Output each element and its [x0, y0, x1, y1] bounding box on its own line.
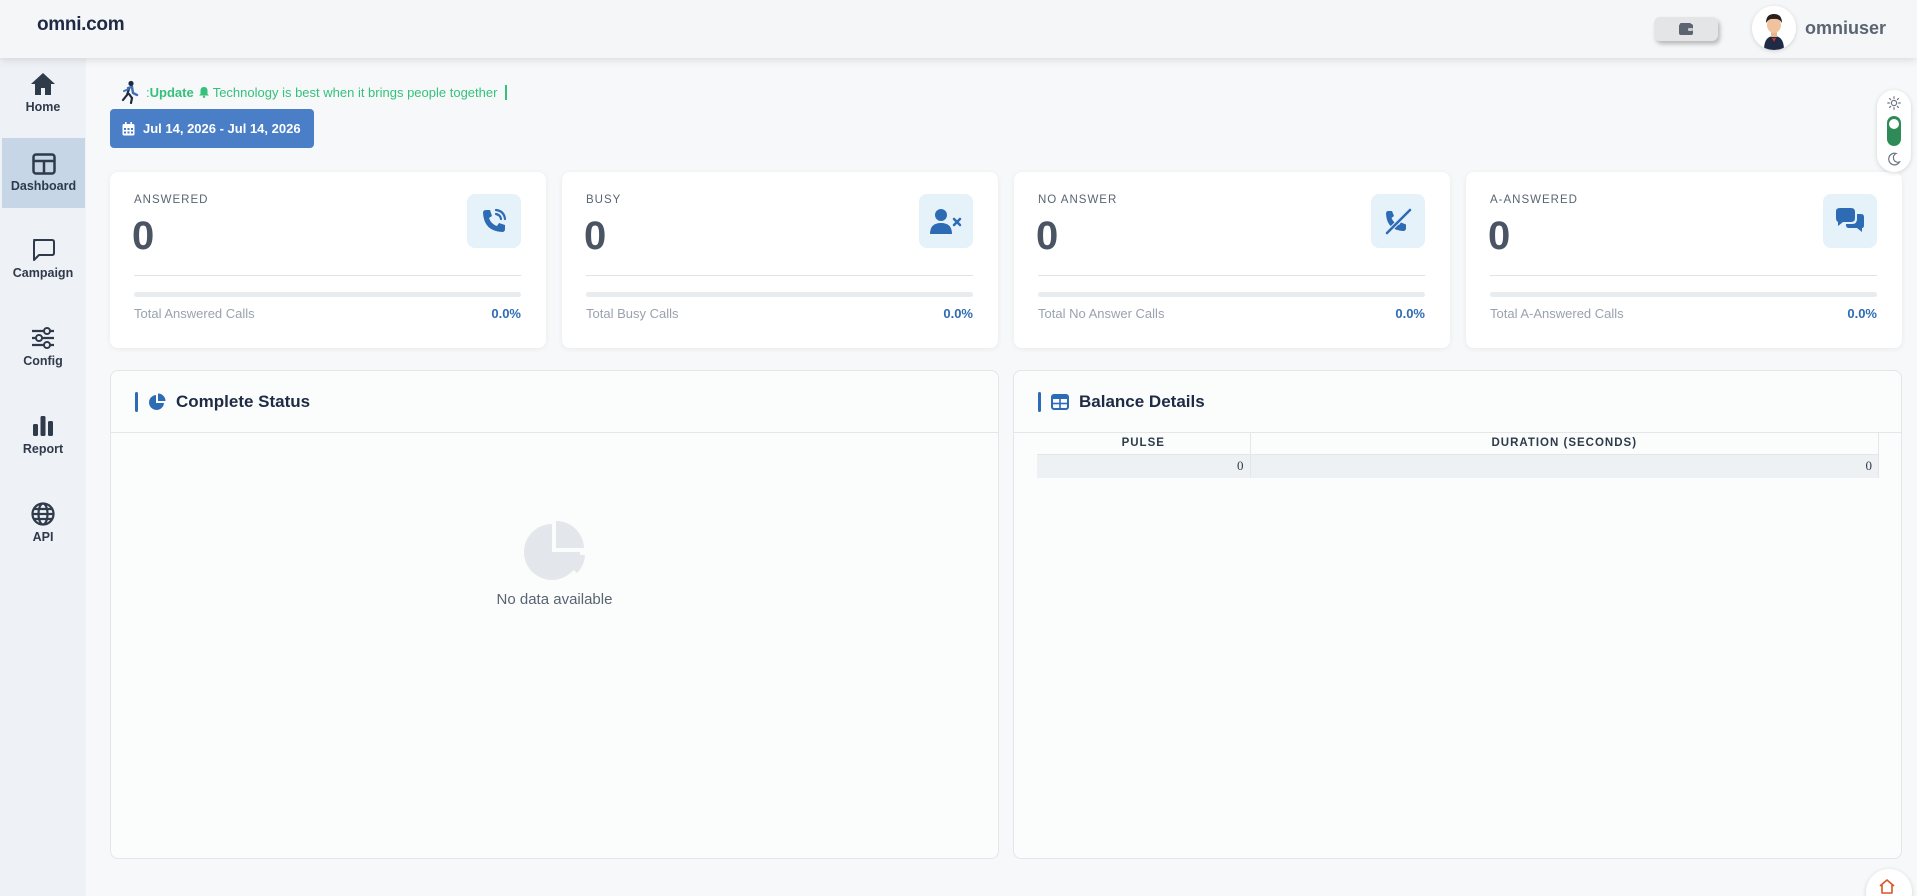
stat-icon-box	[1371, 194, 1425, 248]
update-ticker: : Update Technology is best when it brin…	[118, 80, 507, 104]
stat-value: 0	[1036, 214, 1059, 258]
panel-accent-bar	[135, 391, 138, 412]
home-icon	[31, 73, 55, 95]
pie-chart-empty-icon	[523, 521, 585, 580]
phone-slash-icon	[1385, 208, 1412, 235]
bell-icon	[198, 87, 209, 98]
sidebar-item-api[interactable]: API	[0, 488, 86, 558]
stat-title: ANSWERED	[134, 194, 209, 206]
sidebar-item-campaign[interactable]: Campaign	[0, 224, 86, 294]
stat-divider	[134, 275, 521, 276]
stat-progress-bar	[586, 292, 973, 297]
user-x-icon	[930, 209, 962, 234]
sidebar-item-config[interactable]: Config	[0, 312, 86, 382]
stat-title: BUSY	[586, 194, 622, 206]
stat-title: NO ANSWER	[1038, 194, 1118, 206]
panel-accent-bar	[1038, 391, 1041, 412]
stat-card-answered: ANSWERED 0 Total Answered Calls 0.0%	[110, 172, 546, 348]
toggle-switch[interactable]	[1887, 116, 1901, 146]
sidebar-item-label: Report	[22, 442, 64, 456]
username[interactable]: omniuser	[1805, 18, 1886, 39]
sidebar-item-label: Home	[25, 100, 61, 114]
stat-percent: 0.0%	[1847, 306, 1877, 321]
theme-toggle[interactable]	[1877, 90, 1911, 172]
panel-header: Complete Status	[111, 371, 998, 433]
empty-state-text: No data available	[496, 591, 613, 608]
date-range-label: Jul 14, 2026 - Jul 14, 2026	[143, 121, 301, 136]
balance-details-panel: Balance Details PULSE DURATION (SECONDS)…	[1013, 370, 1902, 859]
chat-bubbles-icon	[1836, 208, 1864, 232]
typing-caret	[505, 84, 507, 100]
date-range-button[interactable]: Jul 14, 2026 - Jul 14, 2026	[110, 109, 314, 148]
brand-logo[interactable]: omni.com	[37, 14, 125, 36]
runner-icon	[121, 80, 139, 104]
stat-progress-bar	[134, 292, 521, 297]
complete-status-panel: Complete Status No data available	[110, 370, 999, 859]
stat-divider	[1038, 275, 1425, 276]
sliders-icon	[32, 327, 54, 349]
column-header-duration[interactable]: DURATION (SECONDS)	[1250, 433, 1879, 455]
stat-progress-bar	[1490, 292, 1877, 297]
wallet-button[interactable]	[1654, 17, 1718, 41]
calendar-icon	[122, 121, 135, 135]
stat-percent: 0.0%	[491, 306, 521, 321]
empty-state: No data available	[111, 521, 998, 608]
panel-title: Balance Details	[1079, 391, 1205, 411]
stat-card-busy: BUSY 0 Total Busy Calls 0.0%	[562, 172, 998, 348]
stat-icon-box	[1823, 194, 1877, 248]
sidebar: Home Dashboard Campaign Config Report AP…	[0, 58, 86, 896]
globe-icon	[31, 502, 55, 526]
sidebar-item-label: Dashboard	[10, 179, 77, 193]
sidebar-item-report[interactable]: Report	[0, 400, 86, 470]
stat-value: 0	[132, 214, 155, 258]
column-header-pulse[interactable]: PULSE	[1037, 433, 1251, 455]
moon-icon	[1888, 152, 1901, 166]
sidebar-item-dashboard[interactable]: Dashboard	[2, 138, 85, 208]
balance-table: PULSE DURATION (SECONDS) 0 0	[1037, 433, 1879, 478]
sun-icon	[1887, 96, 1901, 110]
stat-percent: 0.0%	[943, 306, 973, 321]
chat-icon	[33, 239, 55, 261]
cell-pulse: 0	[1037, 454, 1251, 478]
stat-divider	[586, 275, 973, 276]
avatar[interactable]	[1752, 6, 1796, 50]
table-icon	[1051, 393, 1069, 410]
stat-footer: Total A-Answered Calls	[1490, 306, 1624, 321]
toggle-knob	[1889, 119, 1899, 129]
stat-card-no-answer: NO ANSWER 0 Total No Answer Calls 0.0%	[1014, 172, 1450, 348]
panel-title: Complete Status	[176, 391, 311, 411]
sidebar-item-home[interactable]: Home	[0, 58, 86, 128]
stat-footer: Total No Answer Calls	[1038, 306, 1165, 321]
sidebar-item-label: Campaign	[12, 266, 74, 280]
table-header-row: PULSE DURATION (SECONDS)	[1037, 433, 1879, 455]
wallet-icon	[1679, 23, 1693, 35]
top-bar: omni.com omniuser	[0, 0, 1917, 58]
stat-percent: 0.0%	[1395, 306, 1425, 321]
stat-icon-box	[919, 194, 973, 248]
stat-footer: Total Answered Calls	[134, 306, 255, 321]
update-message: Technology is best when it brings people…	[212, 84, 498, 100]
stat-title: A-ANSWERED	[1490, 194, 1578, 206]
update-label: Update	[149, 84, 194, 100]
stat-icon-box	[467, 194, 521, 248]
home-outline-icon	[1879, 879, 1895, 894]
stat-value: 0	[1488, 214, 1511, 258]
stat-progress-bar	[1038, 292, 1425, 297]
phone-call-icon	[483, 208, 507, 232]
dashboard-icon	[31, 153, 56, 175]
cell-duration: 0	[1250, 454, 1879, 478]
stat-card-a-answered: A-ANSWERED 0 Total A-Answered Calls 0.0%	[1466, 172, 1902, 348]
panel-header: Balance Details	[1014, 371, 1901, 433]
table-row: 0 0	[1037, 454, 1879, 478]
pie-chart-icon	[149, 393, 166, 410]
stat-footer: Total Busy Calls	[586, 306, 679, 321]
bar-chart-icon	[33, 416, 53, 436]
stat-value: 0	[584, 214, 607, 258]
stat-divider	[1490, 275, 1877, 276]
scroll-home-button[interactable]	[1866, 869, 1912, 896]
sidebar-item-label: Config	[23, 354, 63, 368]
sidebar-item-label: API	[32, 530, 54, 544]
